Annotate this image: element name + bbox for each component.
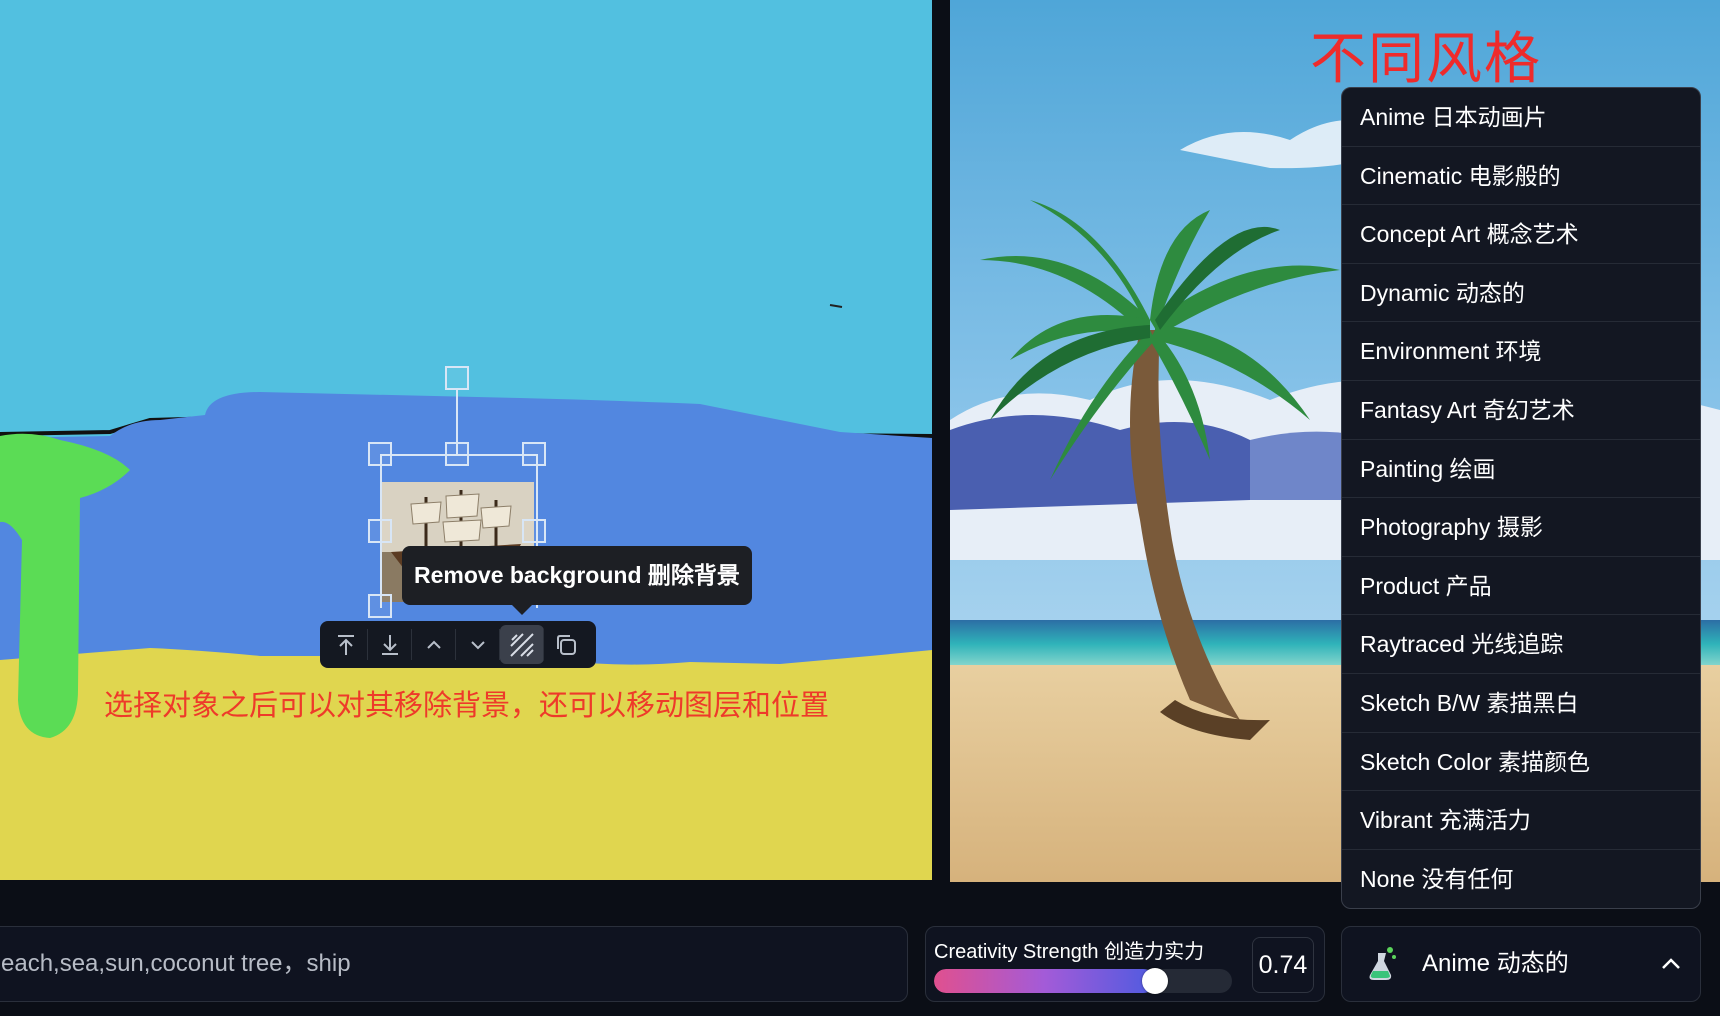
annotation-different-styles: 不同风格	[1310, 27, 1542, 90]
duplicate-button[interactable]	[543, 625, 588, 664]
creativity-strength-label: Creativity Strength 创造力实力	[934, 941, 1205, 963]
style-option-cinematic[interactable]: Cinematic 电影般的	[1342, 147, 1700, 206]
chevron-down-icon	[471, 640, 485, 649]
style-dropdown-menu: Anime 日本动画片 Cinematic 电影般的 Concept Art 概…	[1341, 87, 1701, 909]
object-toolbar	[320, 621, 596, 668]
move-down-button[interactable]	[455, 625, 500, 664]
slider-fill	[934, 969, 1155, 993]
move-up-button[interactable]	[411, 625, 456, 664]
resize-handle-left[interactable]	[368, 519, 392, 543]
style-option-environment[interactable]: Environment 环境	[1342, 322, 1700, 381]
style-option-none[interactable]: None 没有任何	[1342, 850, 1700, 908]
style-option-fantasy-art[interactable]: Fantasy Art 奇幻艺术	[1342, 381, 1700, 440]
sketch-drawing	[0, 304, 932, 880]
annotation-select-object: 选择对象之后可以对其移除背景，还可以移动图层和位置	[104, 690, 830, 722]
drawing-canvas[interactable]: Remove background 删除背景 选择对象之后可以对其移除背景，还可…	[0, 0, 932, 880]
send-to-back-button[interactable]	[367, 625, 412, 664]
style-option-sketch-color[interactable]: Sketch Color 素描颜色	[1342, 733, 1700, 792]
style-option-sketch-bw[interactable]: Sketch B/W 素描黑白	[1342, 674, 1700, 733]
style-option-photography[interactable]: Photography 摄影	[1342, 498, 1700, 557]
style-option-raytraced[interactable]: Raytraced 光线追踪	[1342, 615, 1700, 674]
copy-icon	[557, 634, 576, 655]
creativity-strength-value[interactable]: 0.74	[1252, 937, 1314, 993]
selected-style-label: Anime 动态的	[1422, 950, 1569, 977]
resize-handle-right[interactable]	[522, 519, 546, 543]
remove-background-tooltip: Remove background 删除背景	[402, 546, 752, 615]
flask-icon	[1369, 947, 1396, 980]
rotate-handle[interactable]	[445, 366, 469, 390]
resize-handle-bottom-left[interactable]	[368, 594, 392, 618]
chevron-up-icon	[1662, 958, 1680, 969]
prompt-input[interactable]: each,sea,sun,coconut tree，ship	[0, 926, 908, 1002]
resize-handle-top[interactable]	[445, 442, 469, 466]
style-option-concept-art[interactable]: Concept Art 概念艺术	[1342, 205, 1700, 264]
resize-handle-top-right[interactable]	[522, 442, 546, 466]
slider-thumb[interactable]	[1141, 968, 1168, 994]
arrow-down-to-line-icon	[382, 634, 398, 655]
style-option-product[interactable]: Product 产品	[1342, 557, 1700, 616]
chevron-up-icon	[427, 640, 441, 649]
style-option-painting[interactable]: Painting 绘画	[1342, 440, 1700, 499]
arrow-up-to-line-icon	[338, 634, 354, 655]
style-select-button[interactable]: Anime 动态的	[1341, 926, 1701, 1002]
creativity-strength-slider[interactable]	[934, 969, 1232, 993]
remove-background-button[interactable]	[499, 625, 544, 664]
style-option-anime[interactable]: Anime 日本动画片	[1342, 88, 1700, 147]
diagonal-lines-icon	[510, 632, 534, 657]
style-option-vibrant[interactable]: Vibrant 充满活力	[1342, 791, 1700, 850]
resize-handle-top-left[interactable]	[368, 442, 392, 466]
creativity-strength-control: Creativity Strength 创造力实力 0.74	[925, 926, 1325, 1002]
bring-to-front-button[interactable]	[324, 625, 368, 664]
style-option-dynamic[interactable]: Dynamic 动态的	[1342, 264, 1700, 323]
